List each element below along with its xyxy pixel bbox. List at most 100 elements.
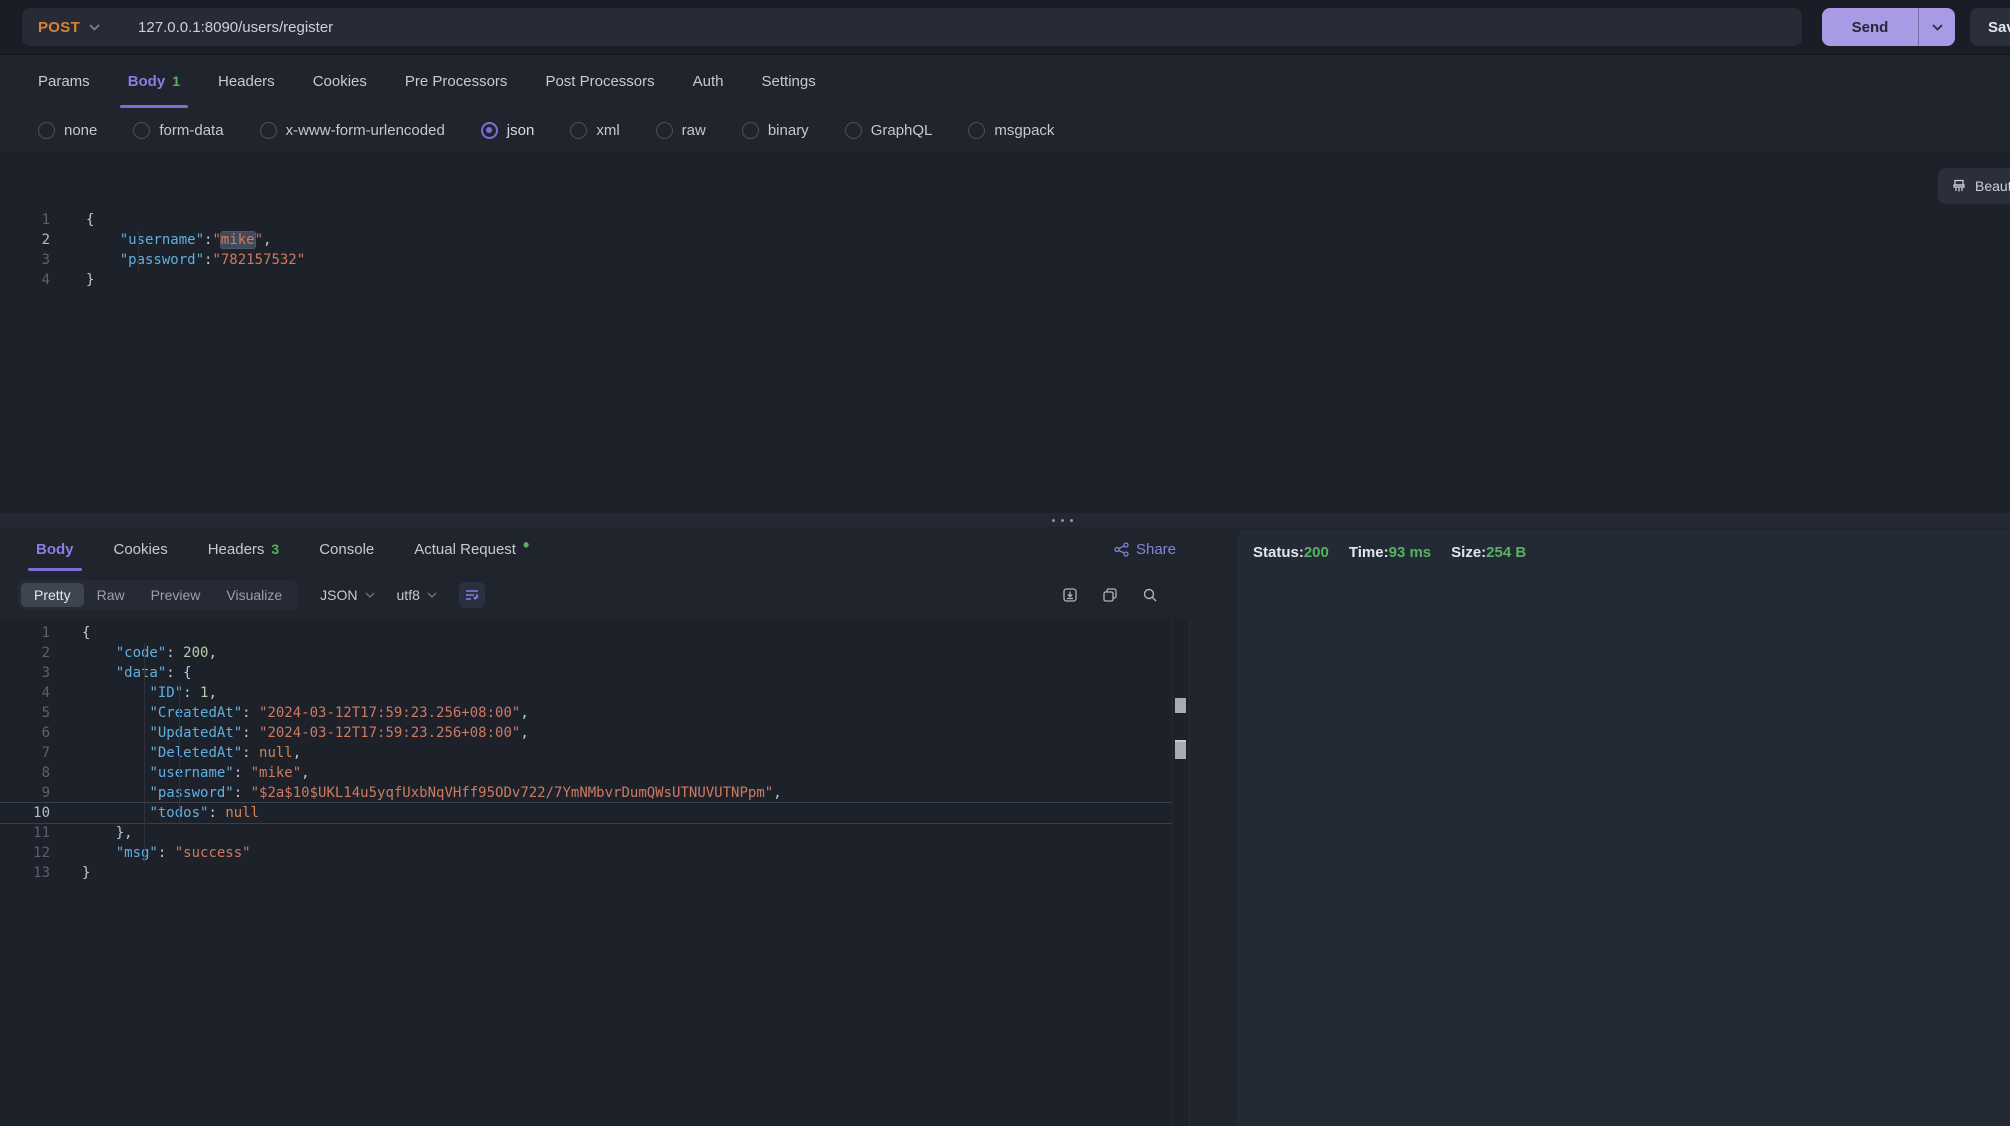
indent-guide xyxy=(179,783,180,803)
code-line[interactable]: 4 "ID": 1, xyxy=(0,683,1172,703)
headers-count-badge: 3 xyxy=(271,541,279,557)
scrollbar-mark[interactable] xyxy=(1175,740,1186,759)
wrap-lines-button[interactable] xyxy=(459,582,485,608)
line-number: 1 xyxy=(0,210,58,230)
radio-graphql[interactable]: GraphQL xyxy=(845,122,933,139)
radio-xml[interactable]: xml xyxy=(570,122,619,139)
request-json-code[interactable]: 1{2 "username":"mike",3 "password":"7821… xyxy=(0,210,2010,290)
code-text: "UpdatedAt": "2024-03-12T17:59:23.256+08… xyxy=(58,723,1172,743)
code-line[interactable]: 12 "msg": "success" xyxy=(0,843,1172,863)
tab-response-console[interactable]: Console xyxy=(319,527,374,571)
save-button[interactable]: Save xyxy=(1970,8,2010,46)
status-bar: Status:200 Time:93 ms Size:254 B xyxy=(1237,530,2010,561)
splitter-handle-icon[interactable] xyxy=(1052,519,1073,522)
tab-headers[interactable]: Headers xyxy=(218,54,275,108)
code-line[interactable]: 6 "UpdatedAt": "2024-03-12T17:59:23.256+… xyxy=(0,723,1172,743)
tab-post-processors[interactable]: Post Processors xyxy=(545,54,654,108)
code-line[interactable]: 1{ xyxy=(0,623,1172,643)
code-text: "username":"mike", xyxy=(58,230,2010,250)
indent-guide xyxy=(179,703,180,723)
radio-x-www-form-urlencoded[interactable]: x-www-form-urlencoded xyxy=(260,122,445,139)
code-line[interactable]: 4} xyxy=(0,270,2010,290)
line-number: 3 xyxy=(0,250,58,270)
code-text: } xyxy=(58,270,2010,290)
code-text: "password": "$2a$10$UKL14u5yqfUxbNqVHff9… xyxy=(58,783,1172,803)
panel-splitter[interactable] xyxy=(0,513,2010,527)
radio-binary[interactable]: binary xyxy=(742,122,809,139)
response-tabs: Body Cookies Headers 3 Console Actual Re… xyxy=(0,527,1190,571)
scrollbar-mark[interactable] xyxy=(1175,698,1186,713)
radio-json[interactable]: json xyxy=(481,122,535,139)
code-line[interactable]: 2 "code": 200, xyxy=(0,643,1172,663)
radio-icon xyxy=(570,122,587,139)
view-preview[interactable]: Preview xyxy=(138,583,214,607)
share-button[interactable]: Share xyxy=(1114,527,1176,571)
search-button[interactable] xyxy=(1142,587,1158,603)
copy-button[interactable] xyxy=(1102,587,1118,603)
view-pretty[interactable]: Pretty xyxy=(21,583,84,607)
code-line[interactable]: 1{ xyxy=(0,210,2010,230)
code-text: "ID": 1, xyxy=(58,683,1172,703)
code-line[interactable]: 2 "username":"mike", xyxy=(0,230,2010,250)
tab-response-headers[interactable]: Headers 3 xyxy=(208,527,280,571)
line-number: 2 xyxy=(0,643,58,663)
code-line[interactable]: 13} xyxy=(0,863,1172,883)
response-tools xyxy=(1062,587,1172,603)
code-line[interactable]: 5 "CreatedAt": "2024-03-12T17:59:23.256+… xyxy=(0,703,1172,723)
code-line[interactable]: 9 "password": "$2a$10$UKL14u5yqfUxbNqVHf… xyxy=(0,783,1172,803)
indent-guide xyxy=(179,803,180,823)
url-input[interactable]: 127.0.0.1:8090/users/register xyxy=(138,19,333,36)
editor-scrollbar[interactable] xyxy=(1172,619,1191,1126)
view-visualize[interactable]: Visualize xyxy=(213,583,295,607)
radio-icon xyxy=(38,122,55,139)
line-number: 4 xyxy=(0,270,58,290)
radio-form-data[interactable]: form-data xyxy=(133,122,223,139)
download-button[interactable] xyxy=(1062,587,1078,603)
view-raw[interactable]: Raw xyxy=(84,583,138,607)
beautify-button[interactable]: Beautify xyxy=(1938,168,2010,204)
tab-body[interactable]: Body 1 xyxy=(128,54,180,108)
code-text: "CreatedAt": "2024-03-12T17:59:23.256+08… xyxy=(58,703,1172,723)
indent-guide xyxy=(179,723,180,743)
tab-actual-request[interactable]: Actual Request • xyxy=(414,527,529,571)
code-line[interactable]: 11 }, xyxy=(0,823,1172,843)
line-number: 4 xyxy=(0,683,58,703)
code-text: "username": "mike", xyxy=(58,763,1172,783)
send-label[interactable]: Send xyxy=(1822,8,1918,46)
code-text: "password":"782157532" xyxy=(58,250,2010,270)
tab-params[interactable]: Params xyxy=(38,54,90,108)
tab-response-body[interactable]: Body xyxy=(36,527,74,571)
tab-pre-processors[interactable]: Pre Processors xyxy=(405,54,508,108)
code-text: { xyxy=(58,210,2010,230)
tab-response-cookies[interactable]: Cookies xyxy=(114,527,168,571)
encoding-select[interactable]: utf8 xyxy=(397,587,437,603)
code-line[interactable]: 3 "data": { xyxy=(0,663,1172,683)
code-line[interactable]: 8 "username": "mike", xyxy=(0,763,1172,783)
method-selector[interactable]: POST xyxy=(38,19,100,36)
response-json-code[interactable]: 1{2 "code": 200,3 "data": {4 "ID": 1,5 "… xyxy=(0,623,1172,883)
send-button[interactable]: Send xyxy=(1822,8,1955,46)
response-body-editor[interactable]: 1{2 "code": 200,3 "data": {4 "ID": 1,5 "… xyxy=(0,619,1190,1126)
share-label: Share xyxy=(1136,541,1176,558)
code-line[interactable]: 3 "password":"782157532" xyxy=(0,250,2010,270)
radio-icon xyxy=(260,122,277,139)
radio-raw[interactable]: raw xyxy=(656,122,706,139)
radio-msgpack[interactable]: msgpack xyxy=(968,122,1054,139)
code-line[interactable]: 7 "DeletedAt": null, xyxy=(0,743,1172,763)
line-number: 10 xyxy=(0,803,58,823)
send-options-button[interactable] xyxy=(1918,8,1955,46)
url-bar[interactable]: POST 127.0.0.1:8090/users/register xyxy=(22,8,1802,46)
tab-cookies[interactable]: Cookies xyxy=(313,54,367,108)
format-select[interactable]: JSON xyxy=(320,587,374,603)
line-number: 13 xyxy=(0,863,58,883)
save-label: Save xyxy=(1988,19,2010,36)
code-text: "data": { xyxy=(58,663,1172,683)
indent-guide xyxy=(144,823,145,843)
indent-guide xyxy=(144,723,145,743)
tab-auth[interactable]: Auth xyxy=(693,54,724,108)
code-line[interactable]: 10 "todos": null xyxy=(0,802,1172,824)
radio-none[interactable]: none xyxy=(38,122,97,139)
tab-settings[interactable]: Settings xyxy=(762,54,816,108)
request-body-editor[interactable]: Beautify 1{2 "username":"mike",3 "passwo… xyxy=(0,152,2010,513)
line-number: 2 xyxy=(0,230,58,250)
